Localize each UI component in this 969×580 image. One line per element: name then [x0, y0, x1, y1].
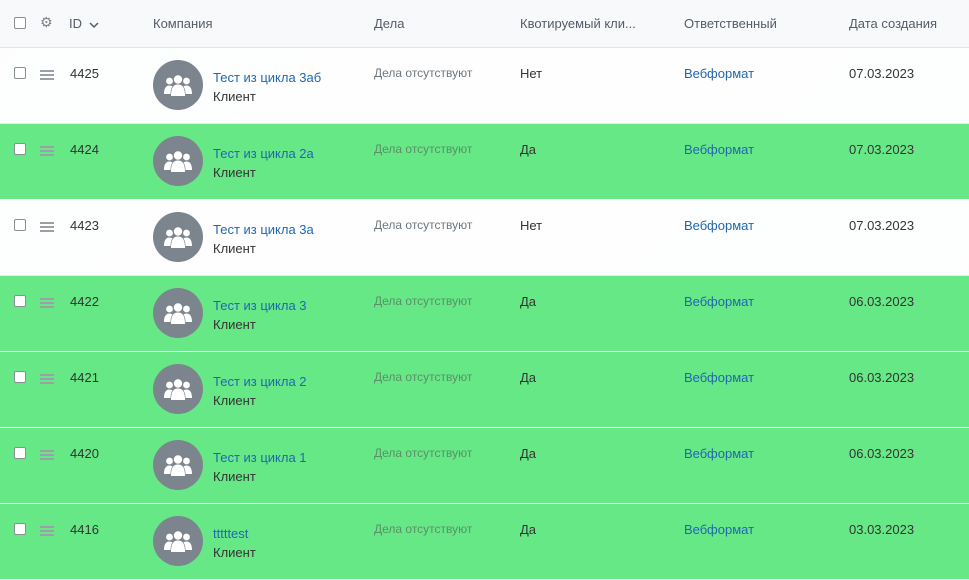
quoted-client-value: Да: [520, 446, 537, 461]
group-icon: [153, 440, 203, 490]
chevron-down-icon: [89, 22, 99, 28]
responsible-link[interactable]: Вебформат: [684, 370, 754, 385]
row-id: 4416: [70, 522, 99, 537]
responsible-link[interactable]: Вебформат: [684, 218, 754, 233]
row-checkbox[interactable]: [14, 523, 26, 535]
row-id: 4424: [70, 142, 99, 157]
company-type: Клиент: [213, 469, 256, 484]
created-date: 07.03.2023: [849, 142, 915, 157]
row-id: 4421: [70, 370, 99, 385]
drag-handle-icon[interactable]: [40, 450, 54, 460]
company-name-link[interactable]: tttttest: [213, 526, 248, 541]
column-header-deals[interactable]: Дела: [374, 16, 404, 31]
company-type: Клиент: [213, 89, 256, 104]
table-row[interactable]: 4425 Тест из цикла 3аб Клиент Дела отсут…: [0, 48, 969, 124]
drag-handle-icon[interactable]: [40, 298, 54, 308]
table-row[interactable]: 4421 Тест из цикла 2 Клиент Дела отсутст…: [0, 352, 969, 428]
column-header-created[interactable]: Дата создания: [849, 16, 937, 31]
group-icon: [153, 288, 203, 338]
column-header-responsible[interactable]: Ответственный: [684, 16, 777, 31]
deals-status: Дела отсутствуют: [374, 294, 473, 308]
company-name-link[interactable]: Тест из цикла 3: [213, 298, 307, 313]
responsible-link[interactable]: Вебформат: [684, 446, 754, 461]
row-checkbox[interactable]: [14, 67, 26, 79]
company-type: Клиент: [213, 393, 256, 408]
created-date: 03.03.2023: [849, 522, 915, 537]
table-row[interactable]: 4416 tttttest Клиент Дела отсутствуют Да…: [0, 504, 969, 580]
row-checkbox[interactable]: [14, 371, 26, 383]
quoted-client-value: Нет: [520, 218, 543, 233]
deals-status: Дела отсутствуют: [374, 142, 473, 156]
company-name-link[interactable]: Тест из цикла 3аб: [213, 70, 321, 85]
column-header-company[interactable]: Компания: [153, 16, 213, 31]
grid-header: ⚙ ID Компания Дела Квотируемый кли... От…: [0, 0, 969, 48]
created-date: 06.03.2023: [849, 370, 915, 385]
row-checkbox[interactable]: [14, 143, 26, 155]
quoted-client-value: Нет: [520, 66, 543, 81]
deals-status: Дела отсутствуют: [374, 370, 473, 384]
deals-status: Дела отсутствуют: [374, 218, 473, 232]
group-icon: [153, 516, 203, 566]
company-name-link[interactable]: Тест из цикла 1: [213, 450, 307, 465]
row-id: 4423: [70, 218, 99, 233]
company-name-link[interactable]: Тест из цикла 2: [213, 374, 307, 389]
table-row[interactable]: 4424 Тест из цикла 2а Клиент Дела отсутс…: [0, 124, 969, 200]
created-date: 07.03.2023: [849, 66, 915, 81]
group-icon: [153, 136, 203, 186]
company-name-link[interactable]: Тест из цикла 2а: [213, 146, 314, 161]
row-id: 4420: [70, 446, 99, 461]
companies-grid: ⚙ ID Компания Дела Квотируемый кли... От…: [0, 0, 969, 580]
row-checkbox[interactable]: [14, 295, 26, 307]
table-row[interactable]: 4420 Тест из цикла 1 Клиент Дела отсутст…: [0, 428, 969, 504]
group-icon: [153, 212, 203, 262]
row-id: 4425: [70, 66, 99, 81]
table-row[interactable]: 4422 Тест из цикла 3 Клиент Дела отсутст…: [0, 276, 969, 352]
deals-status: Дела отсутствуют: [374, 522, 473, 536]
company-type: Клиент: [213, 545, 256, 560]
company-type: Клиент: [213, 317, 256, 332]
responsible-link[interactable]: Вебформат: [684, 294, 754, 309]
group-icon: [153, 364, 203, 414]
deals-status: Дела отсутствуют: [374, 66, 473, 80]
row-checkbox[interactable]: [14, 447, 26, 459]
created-date: 06.03.2023: [849, 294, 915, 309]
quoted-client-value: Да: [520, 294, 537, 309]
company-type: Клиент: [213, 241, 256, 256]
drag-handle-icon[interactable]: [40, 374, 54, 384]
deals-status: Дела отсутствуют: [374, 446, 473, 460]
created-date: 06.03.2023: [849, 446, 915, 461]
column-header-quoted[interactable]: Квотируемый кли...: [520, 16, 636, 31]
quoted-client-value: Да: [520, 142, 537, 157]
select-all-checkbox[interactable]: [14, 17, 26, 29]
drag-handle-icon[interactable]: [40, 526, 54, 536]
group-icon: [153, 60, 203, 110]
gear-icon[interactable]: ⚙: [40, 14, 53, 31]
row-checkbox[interactable]: [14, 219, 26, 231]
column-header-id-label: ID: [69, 16, 82, 31]
grid-body: 4425 Тест из цикла 3аб Клиент Дела отсут…: [0, 48, 969, 580]
quoted-client-value: Да: [520, 522, 537, 537]
column-header-id[interactable]: ID: [69, 16, 99, 31]
drag-handle-icon[interactable]: [40, 70, 54, 80]
company-name-link[interactable]: Тест из цикла 3а: [213, 222, 314, 237]
responsible-link[interactable]: Вебформат: [684, 522, 754, 537]
company-type: Клиент: [213, 165, 256, 180]
table-row[interactable]: 4423 Тест из цикла 3а Клиент Дела отсутс…: [0, 200, 969, 276]
responsible-link[interactable]: Вебформат: [684, 142, 754, 157]
row-id: 4422: [70, 294, 99, 309]
quoted-client-value: Да: [520, 370, 537, 385]
responsible-link[interactable]: Вебформат: [684, 66, 754, 81]
created-date: 07.03.2023: [849, 218, 915, 233]
drag-handle-icon[interactable]: [40, 146, 54, 156]
drag-handle-icon[interactable]: [40, 222, 54, 232]
